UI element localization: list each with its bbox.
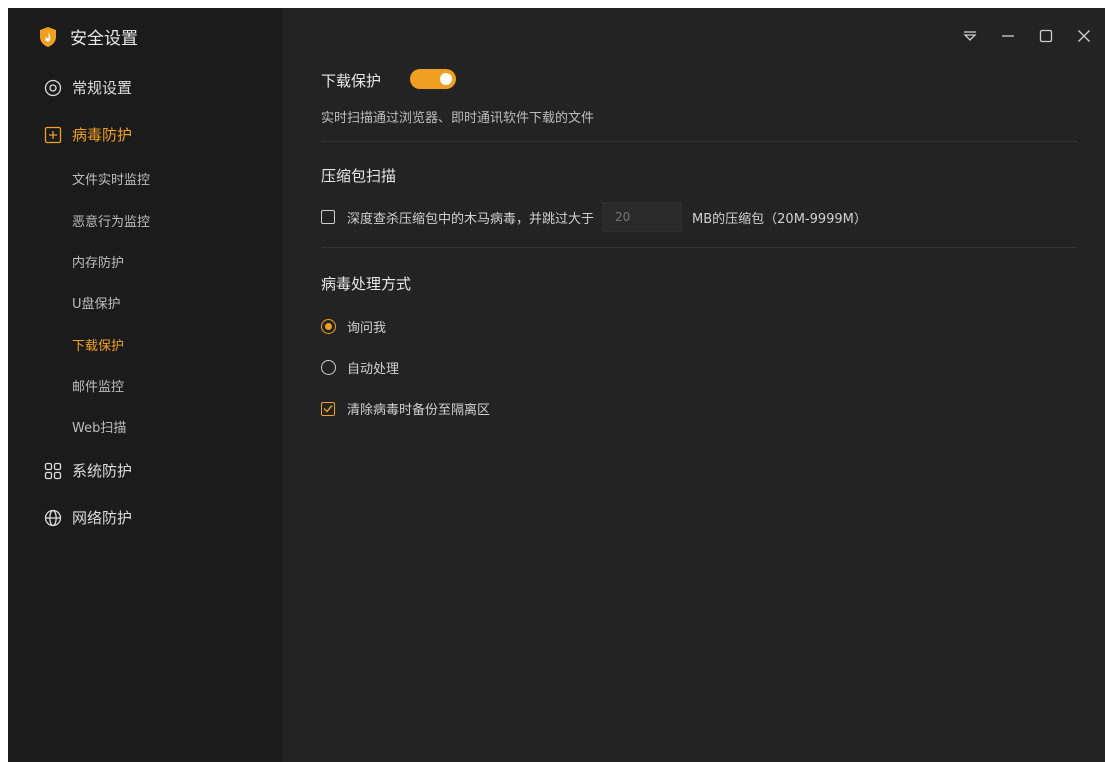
backup-quarantine-row: 清除病毒时备份至隔离区 <box>321 399 490 418</box>
archive-scan-row: 深度查杀压缩包中的木马病毒，并跳过大于 MB的压缩包（20M-9999M） <box>321 202 867 232</box>
sidebar-item-memory-protection[interactable]: 内存防护 <box>72 252 124 271</box>
window-controls <box>955 24 1099 48</box>
sidebar-item-download-protection[interactable]: 下载保护 <box>72 335 124 354</box>
sidebar-item-malicious-behavior-monitor[interactable]: 恶意行为监控 <box>72 211 150 230</box>
archive-size-limit-input[interactable] <box>602 202 683 232</box>
sidebar-item-usb-protection[interactable]: U盘保护 <box>72 293 121 312</box>
radio-option-ask-me[interactable]: 询问我 <box>321 317 386 336</box>
backup-quarantine-checkbox[interactable] <box>321 401 335 416</box>
backup-quarantine-label: 清除病毒时备份至隔离区 <box>347 403 491 418</box>
app-title-text: 安全设置 <box>70 29 138 49</box>
close-icon[interactable] <box>1069 24 1099 48</box>
sidebar-item-network-protection[interactable]: 网络防护 <box>44 507 132 528</box>
archive-scan-title: 压缩包扫描 <box>321 167 397 185</box>
sidebar-item-label: 病毒防护 <box>72 126 133 144</box>
radio-label: 自动处理 <box>347 362 400 377</box>
download-protection-toggle[interactable] <box>410 69 456 89</box>
grid-icon <box>44 462 62 480</box>
checkmark-icon <box>323 405 333 413</box>
sidebar-item-web-scan[interactable]: Web扫描 <box>72 417 126 436</box>
virus-handling-title: 病毒处理方式 <box>321 275 412 293</box>
sidebar: 安全设置 常规设置 病毒防护 文件实时监控 恶意行为监控 内存防护 U盘保护 下… <box>8 8 282 762</box>
download-protection-title: 下载保护 <box>321 72 382 90</box>
divider <box>321 247 1077 248</box>
settings-window: 安全设置 常规设置 病毒防护 文件实时监控 恶意行为监控 内存防护 U盘保护 下… <box>8 8 1105 762</box>
sidebar-item-label: 网络防护 <box>72 509 133 527</box>
radio-button[interactable] <box>321 319 336 334</box>
app-title: 安全设置 <box>38 24 138 49</box>
sidebar-item-mail-monitor[interactable]: 邮件监控 <box>72 376 124 395</box>
gear-icon <box>44 79 62 97</box>
radio-label: 询问我 <box>347 321 387 336</box>
minimize-icon[interactable] <box>993 24 1023 48</box>
sidebar-item-label: 常规设置 <box>72 79 133 97</box>
sidebar-item-general[interactable]: 常规设置 <box>44 77 132 98</box>
archive-scan-checkbox[interactable] <box>321 210 335 224</box>
download-protection-description: 实时扫描通过浏览器、即时通讯软件下载的文件 <box>321 111 595 126</box>
plus-square-icon <box>44 126 62 144</box>
sidebar-item-virus-protection[interactable]: 病毒防护 <box>44 124 132 145</box>
sidebar-item-label: 系统防护 <box>72 462 133 480</box>
shield-flame-logo <box>40 26 56 47</box>
globe-icon <box>44 509 62 527</box>
archive-scan-label-after: MB的压缩包（20M-9999M） <box>692 211 867 227</box>
toggle-knob <box>440 73 452 85</box>
radio-option-auto-handle[interactable]: 自动处理 <box>321 358 399 377</box>
archive-scan-label-before: 深度查杀压缩包中的木马病毒，并跳过大于 <box>347 211 595 227</box>
sidebar-item-system-protection[interactable]: 系统防护 <box>44 460 132 481</box>
maximize-icon[interactable] <box>1031 24 1061 48</box>
sidebar-item-file-realtime-monitor[interactable]: 文件实时监控 <box>72 169 150 188</box>
main-panel: 下载保护 实时扫描通过浏览器、即时通讯软件下载的文件 压缩包扫描 深度查杀压缩包… <box>282 8 1105 762</box>
radio-button[interactable] <box>321 360 336 375</box>
dropdown-menu-icon[interactable] <box>955 24 985 48</box>
divider <box>321 141 1077 142</box>
